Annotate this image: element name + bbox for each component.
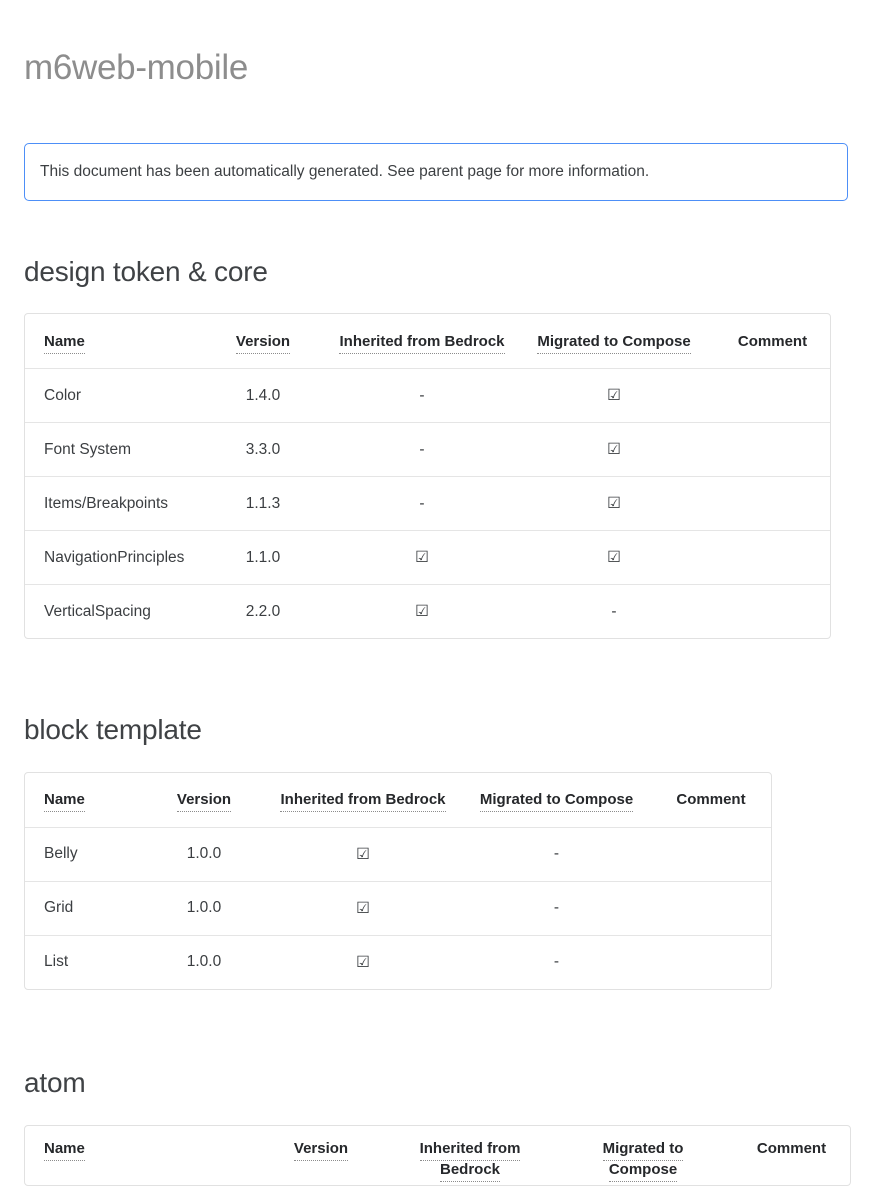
table-cell [715, 530, 830, 584]
column-header-label: Inherited from Bedrock [339, 333, 504, 354]
table-header-row: Name Version Inherited from Bedrock Migrate… [25, 773, 771, 827]
table-cell: 1.0.0 [144, 935, 264, 989]
header-row: Name Version Inherited from Bedrock Migrate… [25, 1126, 850, 1186]
name-cell: Grid [25, 881, 144, 935]
checked-icon: ☑ [331, 584, 513, 638]
column-header-inherited-from-bedrock: Inherited from Bedrock [331, 314, 513, 368]
table-header-row: Name Version Inherited from Bedrock Migrate… [25, 314, 830, 368]
column-header-label: Inherited from Bedrock [280, 791, 445, 812]
page-title: m6web-mobile [24, 46, 852, 90]
atom-table: Name Version Inherited from Bedrock Migrate… [24, 1125, 851, 1187]
header-row: Name Version Inherited from Bedrock Migrate… [25, 314, 830, 368]
column-header-label: Migrated to Compose [480, 791, 633, 812]
column-header-name: Name [25, 1126, 255, 1186]
table-body: Belly1.0.0☑-Grid1.0.0☑-List1.0.0☑- [25, 827, 771, 989]
checked-icon: ☑ [513, 368, 715, 422]
name-cell: List [25, 935, 144, 989]
table-cell [715, 584, 830, 638]
checked-icon: ☑ [513, 476, 715, 530]
table-row: Grid1.0.0☑- [25, 881, 771, 935]
table-row: Items/Breakpoints1.1.3-☑ [25, 476, 830, 530]
column-header-label: Name [44, 333, 85, 354]
table-row: Color1.4.0-☑ [25, 368, 830, 422]
column-header-migrated-to-compose: Migrated to Compose [553, 1126, 733, 1186]
section-heading-block-template: block template [24, 713, 852, 747]
column-header-name: Name [25, 314, 195, 368]
design-token-core-table: Name Version Inherited from Bedrock Migrate… [24, 313, 831, 639]
checked-icon: ☑ [513, 530, 715, 584]
column-header-label: Name [44, 1140, 85, 1161]
column-header-name: Name [25, 773, 144, 827]
not-applicable-dash: - [462, 935, 651, 989]
table-cell [715, 368, 830, 422]
column-header-label: Inherited from Bedrock [420, 1140, 521, 1183]
table-cell [651, 881, 771, 935]
table-row: Font System3.3.0-☑ [25, 422, 830, 476]
column-header-inherited-from-bedrock: Inherited from Bedrock [387, 1126, 553, 1186]
generated-notice-text: This document has been automatically gen… [40, 163, 649, 180]
column-header-migrated-to-compose: Migrated to Compose [462, 773, 651, 827]
checked-icon: ☑ [513, 422, 715, 476]
column-header-comment: Comment [733, 1126, 850, 1186]
table-cell [715, 422, 830, 476]
not-applicable-dash: - [331, 368, 513, 422]
table-cell: 1.0.0 [144, 827, 264, 881]
table-cell: 2.2.0 [195, 584, 331, 638]
table-cell: 1.1.0 [195, 530, 331, 584]
section-heading-atom: atom [24, 1066, 852, 1100]
table-row: NavigationPrinciples1.1.0☑☑ [25, 530, 830, 584]
checked-icon: ☑ [264, 827, 462, 881]
column-header-label: Comment [676, 791, 745, 808]
checked-icon: ☑ [264, 935, 462, 989]
table-cell [715, 476, 830, 530]
not-applicable-dash: - [462, 881, 651, 935]
document-body: m6web-mobile This document has been auto… [0, 46, 876, 1186]
header-row: Name Version Inherited from Bedrock Migrate… [25, 773, 771, 827]
block-template-table: Name Version Inherited from Bedrock Migrate… [24, 772, 772, 990]
column-header-label: Version [294, 1140, 348, 1161]
checked-icon: ☑ [331, 530, 513, 584]
name-cell: VerticalSpacing [25, 584, 195, 638]
not-applicable-dash: - [331, 476, 513, 530]
not-applicable-dash: - [462, 827, 651, 881]
column-header-label: Comment [757, 1140, 826, 1157]
generated-notice-box: This document has been automatically gen… [24, 143, 848, 201]
table-header-row: Name Version Inherited from Bedrock Migrate… [25, 1126, 850, 1186]
table-row: List1.0.0☑- [25, 935, 771, 989]
column-header-label: Comment [738, 333, 807, 350]
name-cell: Font System [25, 422, 195, 476]
table-cell [651, 935, 771, 989]
column-header-version: Version [144, 773, 264, 827]
name-cell: NavigationPrinciples [25, 530, 195, 584]
checked-icon: ☑ [264, 881, 462, 935]
column-header-label: Name [44, 791, 85, 812]
name-cell: Items/Breakpoints [25, 476, 195, 530]
table-body: Color1.4.0-☑Font System3.3.0-☑Items/Brea… [25, 368, 830, 638]
column-header-inherited-from-bedrock: Inherited from Bedrock [264, 773, 462, 827]
table-cell: 3.3.0 [195, 422, 331, 476]
not-applicable-dash: - [331, 422, 513, 476]
column-header-version: Version [195, 314, 331, 368]
column-header-migrated-to-compose: Migrated to Compose [513, 314, 715, 368]
column-header-comment: Comment [715, 314, 830, 368]
column-header-comment: Comment [651, 773, 771, 827]
column-header-label: Version [177, 791, 231, 812]
column-header-label: Migrated to Compose [603, 1140, 684, 1183]
column-header-version: Version [255, 1126, 387, 1186]
column-header-label: Migrated to Compose [537, 333, 690, 354]
table-cell: 1.4.0 [195, 368, 331, 422]
name-cell: Belly [25, 827, 144, 881]
table-row: VerticalSpacing2.2.0☑- [25, 584, 830, 638]
table-cell: 1.1.3 [195, 476, 331, 530]
table-cell [651, 827, 771, 881]
section-heading-design-token-core: design token & core [24, 255, 852, 289]
table-row: Belly1.0.0☑- [25, 827, 771, 881]
not-applicable-dash: - [513, 584, 715, 638]
table-cell: 1.0.0 [144, 881, 264, 935]
column-header-label: Version [236, 333, 290, 354]
name-cell: Color [25, 368, 195, 422]
